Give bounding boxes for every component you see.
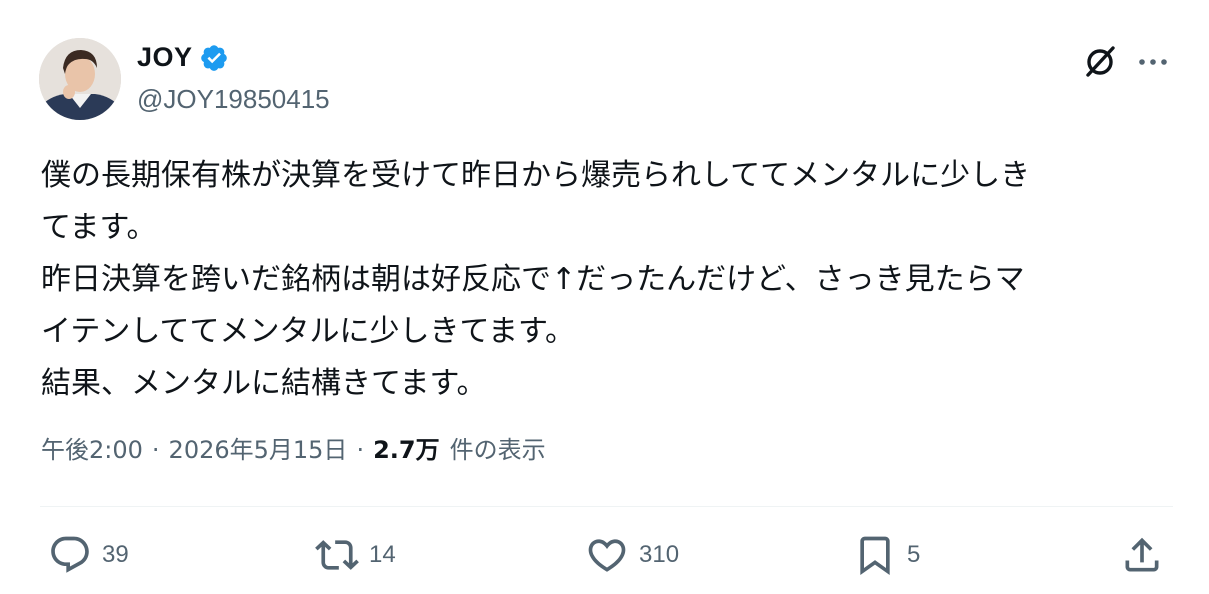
reply-button[interactable]: 39 <box>48 531 129 579</box>
author-display-name[interactable]: JOY <box>137 42 193 73</box>
share-button[interactable] <box>1120 531 1164 579</box>
meta-separator: · <box>356 436 365 464</box>
retweet-icon <box>315 540 359 570</box>
verified-badge-icon <box>200 44 227 71</box>
tweet-text-line: 昨日決算を跨いだ銘柄は朝は好反応で↑だったんだけど、さっき見たらマ <box>41 262 1025 297</box>
tweet-date[interactable]: 2026年5月15日 <box>169 430 348 465</box>
grok-button[interactable] <box>1080 42 1120 82</box>
more-options-button[interactable] <box>1133 42 1173 82</box>
bookmark-button[interactable]: 5 <box>853 531 920 579</box>
avatar-image <box>39 38 121 120</box>
views-label[interactable]: 件の表示 <box>450 430 546 465</box>
divider <box>40 506 1173 507</box>
author-handle[interactable]: @JOY19850415 <box>137 84 330 115</box>
avatar[interactable] <box>39 38 121 120</box>
reply-icon <box>51 536 89 573</box>
tweet-text-line: 結果、メンタルに結構きてます。 <box>41 366 487 401</box>
reply-count: 39 <box>102 541 129 568</box>
bookmark-count: 5 <box>907 541 921 568</box>
tweet-meta: 午後2:00 · 2026年5月15日 · 2.7万 件の表示 <box>41 430 546 465</box>
tweet-text-line: 僕の長期保有株が決算を受けて昨日から爆売られしててメンタルに少しき <box>41 158 1031 193</box>
meta-separator: · <box>151 436 160 464</box>
views-count[interactable]: 2.7万 <box>373 430 440 465</box>
like-icon <box>588 539 626 572</box>
tweet-text-line: てます。 <box>41 210 157 245</box>
more-icon <box>1139 59 1167 65</box>
repost-count: 14 <box>369 541 396 568</box>
tweet-text-line: イテンしててメンタルに少しきてます。 <box>41 314 575 349</box>
like-count: 310 <box>639 541 680 568</box>
tweet-time[interactable]: 午後2:00 <box>41 430 143 465</box>
author-name-row[interactable]: JOY <box>137 42 229 73</box>
bookmark-icon <box>860 536 890 576</box>
repost-button[interactable]: 14 <box>315 531 396 579</box>
tweet-card: JOY @JOY19850415 僕の長期保有株が決算を受けて昨日から爆売られし… <box>0 0 1209 594</box>
share-icon <box>1125 537 1159 572</box>
like-button[interactable]: 310 <box>585 531 679 579</box>
grok-icon <box>1086 46 1115 77</box>
tweet-text: 僕の長期保有株が決算を受けて昨日から爆売られしててメンタルに少しき てます。 昨… <box>41 150 1171 410</box>
